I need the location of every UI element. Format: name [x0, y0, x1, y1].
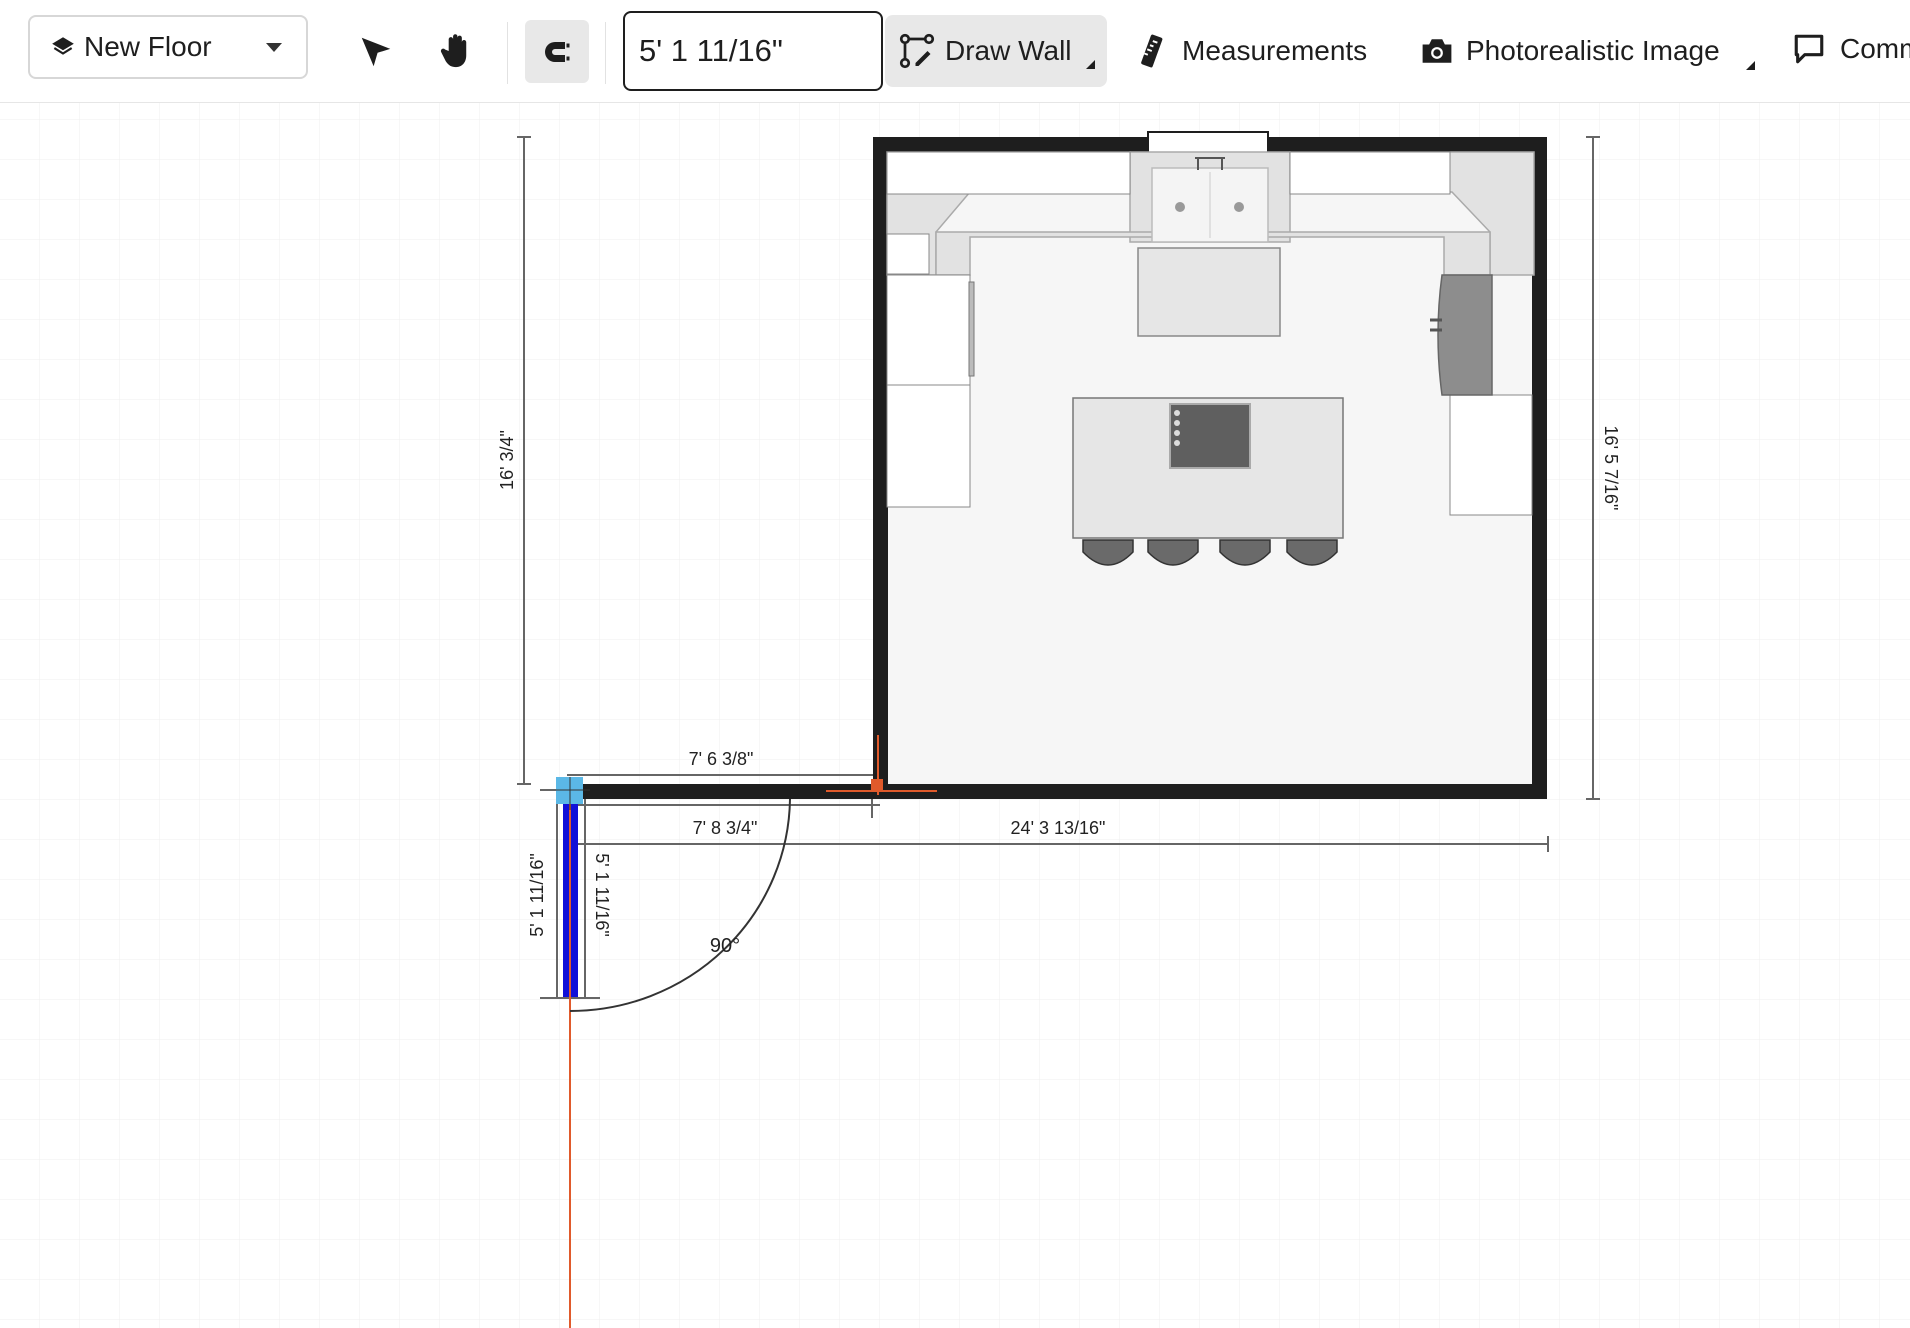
dim-new-wall-right: 5' 1 11/16": [592, 853, 612, 937]
hand-icon: [440, 34, 467, 68]
layers-icon: [52, 37, 74, 55]
corner-cabinet-left[interactable]: [886, 233, 930, 275]
floor-selector[interactable]: New Floor: [28, 15, 308, 79]
kitchen-island[interactable]: [1072, 397, 1344, 539]
refrigerator[interactable]: [1430, 274, 1493, 396]
dim-right-height: 16' 5 7/16": [1601, 426, 1621, 511]
cursor-arrow-icon: [361, 37, 391, 67]
floor-plan-canvas[interactable]: 16' 3/4" 16' 5 7/16" 7' 6 3/8" 7' 8 3/4"…: [0, 103, 1910, 1328]
right-base-cabinet[interactable]: [1449, 394, 1533, 516]
submenu-indicator-icon: [1086, 60, 1095, 69]
comment-icon: [1794, 34, 1824, 64]
toolbar: New Floor Draw Wall: [0, 0, 1910, 103]
measurements-button[interactable]: Measurements: [1138, 30, 1367, 72]
dim-new-wall-left: 5' 1 11/16": [527, 853, 547, 937]
wall-length-input[interactable]: [623, 11, 883, 91]
comments-button[interactable]: Comm: [1792, 28, 1910, 70]
measurements-label: Measurements: [1182, 35, 1368, 66]
pan-tool-button[interactable]: [432, 27, 480, 75]
dim-bottom-wall: 7' 8 3/4": [693, 818, 758, 838]
photorealistic-image-button[interactable]: Photorealistic Image: [1420, 30, 1755, 72]
comments-label: Comm: [1840, 33, 1910, 64]
ruler-icon: [1141, 34, 1163, 68]
left-base-cabinet-lower[interactable]: [886, 384, 971, 508]
room-wall-left[interactable]: [873, 137, 888, 799]
submenu-indicator-icon: [1746, 61, 1755, 70]
snap-node[interactable]: [871, 779, 883, 791]
draw-wall-label: Draw Wall: [945, 35, 1072, 66]
camera-icon: [1422, 39, 1452, 63]
left-base-cabinet-upper[interactable]: [886, 274, 971, 386]
dim-left-height: 16' 3/4": [497, 430, 517, 490]
upper-cabinet-right[interactable]: [1289, 151, 1451, 195]
snap-toggle-button[interactable]: [525, 20, 589, 83]
sink[interactable]: [1151, 157, 1269, 243]
upper-cabinet-left[interactable]: [886, 151, 1131, 195]
cooktop[interactable]: [1169, 403, 1251, 469]
range-handle: [968, 281, 975, 377]
dim-total-width: 24' 3 13/16": [1011, 818, 1106, 838]
floor-selector-label: New Floor: [84, 31, 212, 62]
photorealistic-label: Photorealistic Image: [1466, 35, 1720, 66]
room-wall-bottom[interactable]: [873, 784, 1547, 799]
draw-wall-button[interactable]: Draw Wall: [885, 15, 1107, 87]
draw-wall-icon: [899, 33, 935, 69]
kitchen-room[interactable]: [873, 131, 1547, 799]
angle-label: 90°: [710, 935, 740, 957]
select-tool-button[interactable]: [352, 28, 400, 76]
dishwasher[interactable]: [1137, 247, 1281, 337]
chevron-down-icon: [266, 43, 282, 52]
magnet-icon: [545, 41, 571, 62]
dim-top-wall: 7' 6 3/8": [689, 749, 754, 769]
